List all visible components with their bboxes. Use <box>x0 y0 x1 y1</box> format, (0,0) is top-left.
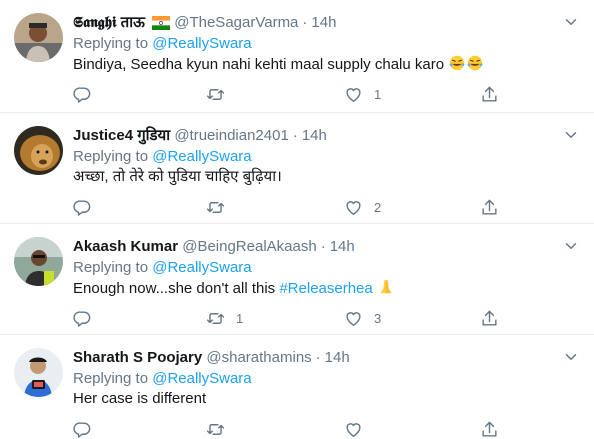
tweet-body: Enough now...she don't all this <box>73 280 280 297</box>
share-button[interactable] <box>480 197 499 217</box>
replying-to: Replying to @ReallySwara <box>73 147 252 167</box>
like-count: 1 <box>374 86 382 102</box>
india-flag-icon <box>152 16 171 36</box>
share-button[interactable] <box>480 84 499 104</box>
retweet-icon <box>206 309 225 328</box>
chevron-down-icon[interactable] <box>562 237 580 255</box>
user-handle[interactable]: @TheSagarVarma <box>174 14 298 31</box>
like-button[interactable]: 2 <box>344 197 381 217</box>
tweet-text: Enough now...she don't all this #Release… <box>73 278 395 302</box>
timestamp[interactable]: 14h <box>311 14 336 31</box>
mention-link[interactable]: @ReallySwara <box>152 259 251 276</box>
tweet-actions: 2 <box>73 197 513 217</box>
chevron-down-icon[interactable] <box>562 13 580 31</box>
tweet-actions <box>73 419 513 439</box>
retweet-count: 1 <box>236 310 244 326</box>
tweet-body: Bindiya, Seedha kyun nahi kehti maal sup… <box>73 56 445 73</box>
reply-icon <box>73 420 92 439</box>
like-button[interactable]: 3 <box>344 308 381 328</box>
avatar[interactable] <box>14 237 63 286</box>
avatar[interactable] <box>14 13 63 62</box>
user-handle[interactable]: @sharathamins <box>206 349 311 366</box>
mention-link[interactable]: @ReallySwara <box>152 148 251 165</box>
display-name[interactable]: 𝕾𝖆𝖓𝖌𝖍𝖎 ताऊ <box>73 14 145 31</box>
tweet[interactable]: Justice4 गुडिया @trueindian2401 · 14h Repl… <box>0 113 594 224</box>
timestamp[interactable]: 14h <box>302 127 327 144</box>
reply-button[interactable] <box>73 308 103 328</box>
heart-icon <box>344 420 363 439</box>
retweet-button[interactable] <box>206 197 236 217</box>
like-button[interactable] <box>344 419 363 439</box>
timestamp[interactable]: 14h <box>330 238 355 255</box>
replying-to: Replying to @ReallySwara <box>73 258 252 278</box>
avatar[interactable] <box>14 348 63 397</box>
hashtag-link[interactable]: #Releaserhea <box>279 280 372 297</box>
chevron-down-icon[interactable] <box>562 126 580 144</box>
share-icon <box>480 309 499 328</box>
like-count: 3 <box>374 310 382 326</box>
heart-icon <box>344 309 363 328</box>
rolling-laughing-emoji-icon <box>448 54 484 78</box>
retweet-icon <box>206 198 225 217</box>
tweet-actions: 1 <box>73 84 513 104</box>
retweet-icon <box>206 420 225 439</box>
tweet[interactable]: Sharath S Poojary @sharathamins · 14h Repl… <box>0 335 594 432</box>
separator-dot: · <box>320 238 326 255</box>
display-name[interactable]: Justice4 गुडिया <box>73 127 170 144</box>
replying-label: Replying to <box>73 148 149 165</box>
timestamp[interactable]: 14h <box>325 349 350 366</box>
like-count: 2 <box>374 199 382 215</box>
display-name[interactable]: Akaash Kumar <box>73 238 178 255</box>
reply-icon <box>73 198 92 217</box>
user-handle[interactable]: @BeingRealAkaash <box>182 238 316 255</box>
retweet-icon <box>206 85 225 104</box>
mention-link[interactable]: @ReallySwara <box>152 35 251 52</box>
replying-to: Replying to @ReallySwara <box>73 34 252 54</box>
avatar[interactable] <box>14 126 63 175</box>
reply-button[interactable] <box>73 84 103 104</box>
tweet-feed: 𝕾𝖆𝖓𝖌𝖍𝖎 ताऊ @TheSagarVarma · 14h Replying t… <box>0 0 594 432</box>
replying-label: Replying to <box>73 259 149 276</box>
tweet-text: Her case is different <box>73 390 207 407</box>
reply-button[interactable] <box>73 197 103 217</box>
separator-dot: · <box>315 349 321 366</box>
mention-link[interactable]: @ReallySwara <box>152 370 251 387</box>
display-name[interactable]: Sharath S Poojary <box>73 349 202 366</box>
tweet-text: Bindiya, Seedha kyun nahi kehti maal sup… <box>73 54 484 78</box>
share-icon <box>480 198 499 217</box>
heart-icon <box>344 198 363 217</box>
retweet-button[interactable] <box>206 419 225 439</box>
separator-dot: · <box>302 14 308 31</box>
heart-icon <box>344 85 363 104</box>
tweet[interactable]: 𝕾𝖆𝖓𝖌𝖍𝖎 ताऊ @TheSagarVarma · 14h Replying t… <box>0 0 594 113</box>
folded-hands-emoji-icon <box>377 278 395 302</box>
share-icon <box>480 85 499 104</box>
chevron-down-icon[interactable] <box>562 348 580 366</box>
replying-label: Replying to <box>73 370 149 387</box>
tweet-text: अच्छा, तो तेरे को पुडिया चाहिए बुढ़िया। <box>73 168 282 185</box>
reply-button[interactable] <box>73 419 92 439</box>
retweet-button[interactable] <box>206 84 236 104</box>
replying-label: Replying to <box>73 35 149 52</box>
separator-dot: · <box>292 127 298 144</box>
like-button[interactable]: 1 <box>344 84 381 104</box>
share-icon <box>480 420 499 439</box>
reply-icon <box>73 85 92 104</box>
tweet[interactable]: Akaash Kumar @BeingRealAkaash · 14h Replyi… <box>0 224 594 335</box>
reply-icon <box>73 309 92 328</box>
replying-to: Replying to @ReallySwara <box>73 369 252 389</box>
user-handle[interactable]: @trueindian2401 <box>174 127 288 144</box>
tweet-actions: 1 3 <box>73 308 513 328</box>
share-button[interactable] <box>480 419 499 439</box>
share-button[interactable] <box>480 308 499 328</box>
retweet-button[interactable]: 1 <box>206 308 243 328</box>
